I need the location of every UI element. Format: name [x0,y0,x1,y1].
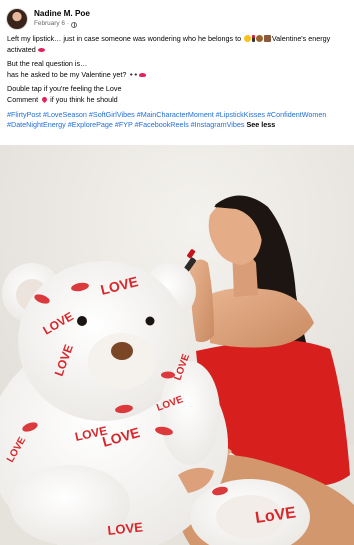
caption-line-2: But the real question is… [7,59,88,69]
caption-line-4: Double tap if you're feeling the Love [7,84,349,95]
smirk-face-icon [243,35,251,42]
separator-dot: · [66,20,70,28]
see-less-link[interactable]: See less [246,120,275,129]
bear-eye-right [145,316,155,326]
kiss-mark [161,371,175,379]
post-caption: Left my lipstick… just in case someone w… [7,34,349,131]
caption-text-4: Double tap if you're feeling the Love [7,84,122,94]
kiss-icon [139,72,147,77]
bear-eye-left [77,316,87,326]
hashtag-block: #FlirtyPost #LoveSeason #SoftGirlVibes #… [7,110,349,131]
post-subline: February 6 · [34,20,90,28]
caption-line-1: Left my lipstick… just in case someone w… [7,34,349,55]
post-meta: Nadine M. Poe February 6 · [34,9,90,28]
eyes-icon [128,70,138,78]
post-photo[interactable]: LOVE LOVE LOVE LOVE LOVE LOVE LOVE LOVE … [0,145,354,545]
globe-icon [71,21,78,28]
bear-nose [111,342,133,360]
post-date[interactable]: February 6 [34,20,65,27]
post-header: Nadine M. Poe February 6 · [6,6,90,32]
author-name[interactable]: Nadine M. Poe [34,9,90,18]
lipstick-icon [251,35,255,42]
facebook-post: Nadine M. Poe February 6 · Left my lipst… [0,0,354,545]
teddy-bear-icon [256,35,264,42]
caption-line-3: has he asked to be my Valentine yet? [7,70,349,81]
gift-box-icon [264,35,272,42]
kiss-lips-icon [38,47,46,52]
photo-illustration: LOVE LOVE LOVE LOVE LOVE LOVE LOVE LOVE … [0,145,354,545]
avatar[interactable] [6,8,28,30]
caption-text-5b: if you think he should [50,94,118,104]
caption-text-1: Left my lipstick… just in case someone w… [7,34,242,43]
caption-text-5a: Comment [7,94,39,104]
caption-text-3: has he asked to be my Valentine yet? [7,69,127,79]
hashtags[interactable]: #FlirtyPost #LoveSeason #SoftGirlVibes #… [7,110,326,130]
caption-line-5: Comment if you think he should [7,95,349,106]
heart-icon [40,95,48,104]
